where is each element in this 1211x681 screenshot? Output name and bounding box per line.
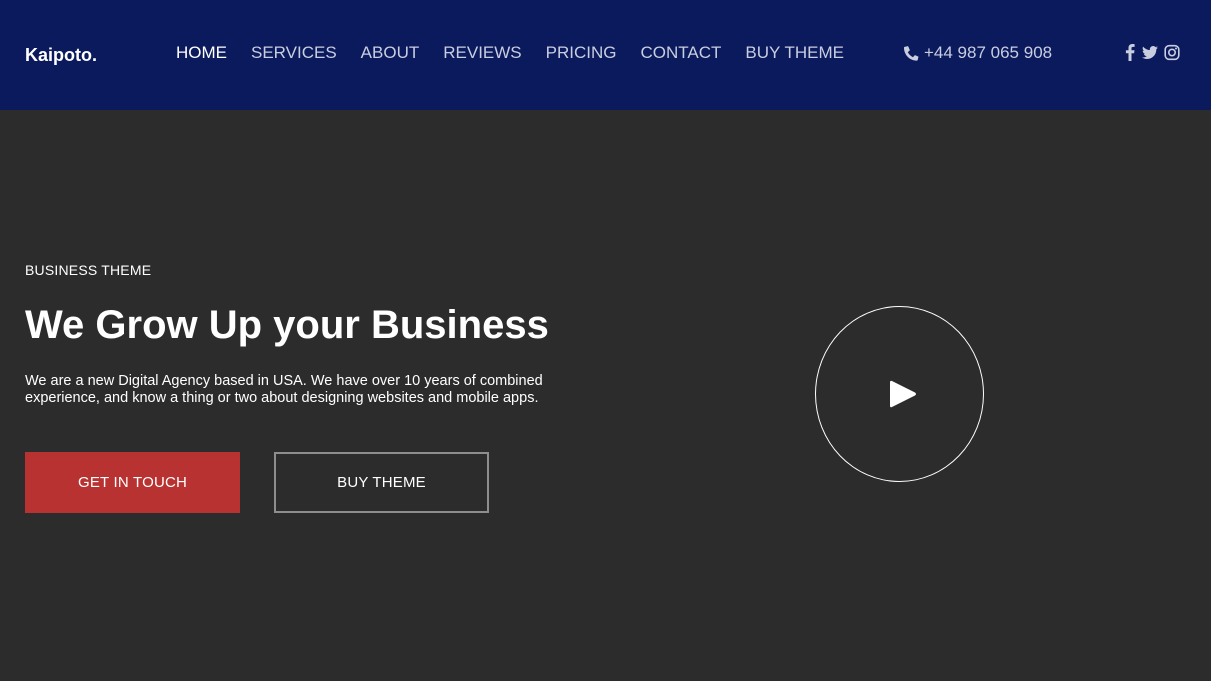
nav-item-contact[interactable]: CONTACT (640, 43, 721, 63)
main-nav: HOME SERVICES ABOUT REVIEWS PRICING CONT… (176, 43, 868, 63)
logo[interactable]: Kaipoto. (25, 44, 97, 66)
hero-eyebrow: BUSINESS THEME (25, 262, 152, 278)
nav-item-about[interactable]: ABOUT (361, 43, 420, 63)
nav-item-services[interactable]: SERVICES (251, 43, 337, 63)
twitter-icon[interactable] (1142, 44, 1158, 61)
social-links (1124, 44, 1180, 61)
nav-item-pricing[interactable]: PRICING (546, 43, 617, 63)
hero-title: We Grow Up your Business (25, 303, 549, 347)
play-video-button[interactable] (815, 306, 984, 482)
nav-item-reviews[interactable]: REVIEWS (443, 43, 521, 63)
nav-item-buy-theme[interactable]: BUY THEME (745, 43, 844, 63)
phone-contact[interactable]: +44 987 065 908 (903, 43, 1052, 63)
site-header: Kaipoto. HOME SERVICES ABOUT REVIEWS PRI… (0, 0, 1211, 110)
instagram-icon[interactable] (1164, 44, 1180, 61)
nav-item-home[interactable]: HOME (176, 43, 227, 63)
get-in-touch-button[interactable]: GET IN TOUCH (25, 452, 240, 513)
facebook-icon[interactable] (1124, 44, 1136, 61)
play-icon (889, 380, 916, 408)
hero-lead: We are a new Digital Agency based in USA… (25, 373, 543, 406)
phone-number: +44 987 065 908 (924, 43, 1053, 62)
buy-theme-button[interactable]: BUY THEME (274, 452, 489, 513)
phone-icon (903, 45, 919, 61)
